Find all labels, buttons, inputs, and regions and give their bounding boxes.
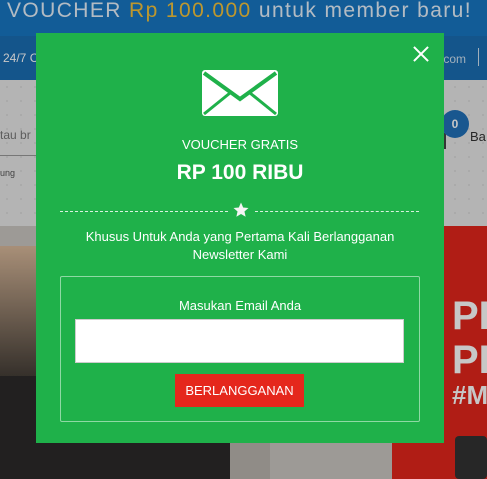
divider-line	[255, 211, 419, 212]
email-field-label: Masukan Email Anda	[178, 298, 302, 313]
close-icon[interactable]	[410, 43, 432, 65]
envelope-icon	[202, 70, 278, 116]
subscribe-button[interactable]: BERLANGGANAN	[175, 374, 304, 407]
divider-line	[60, 211, 228, 212]
email-field[interactable]	[75, 319, 404, 363]
intro-line: Newsletter Kami	[192, 247, 288, 262]
voucher-label: VOUCHER GRATIS	[181, 137, 299, 152]
star-icon	[233, 202, 249, 217]
newsletter-intro: Khusus Untuk Anda yang Pertama Kali Berl…	[36, 228, 444, 264]
voucher-amount: RP 100 RIBU	[176, 161, 304, 184]
intro-line: Khusus Untuk Anda yang Pertama Kali Berl…	[85, 229, 395, 244]
